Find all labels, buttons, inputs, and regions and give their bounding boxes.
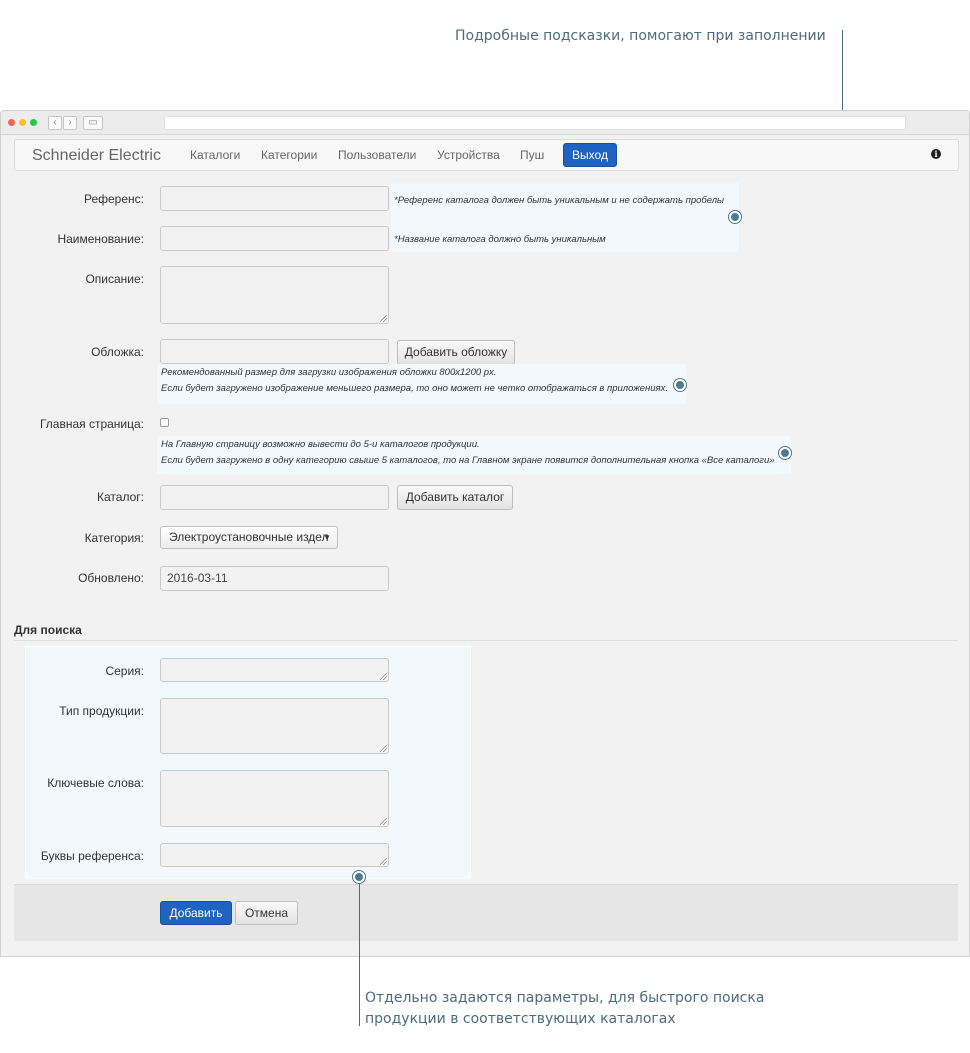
resize-grip-icon[interactable] <box>380 673 387 680</box>
homepage-label: Главная страница: <box>39 417 144 431</box>
add-button[interactable]: Добавить <box>160 901 232 925</box>
form-actions: Добавить Отмена <box>14 884 958 941</box>
homepage-hint-line1: На Главную страницу возможно вывести до … <box>161 439 480 450</box>
cancel-button[interactable]: Отмена <box>235 901 298 925</box>
browser-window: ‹ › ▭ Schneider Electric Каталоги Катего… <box>0 110 970 957</box>
search-callout-line <box>359 878 360 1026</box>
reference-hint: *Референс каталога должен быть уникальны… <box>394 193 725 209</box>
nav-catalogs[interactable]: Каталоги <box>190 148 240 162</box>
product-type-label: Тип продукции: <box>59 704 144 718</box>
logout-button[interactable]: Выход <box>563 143 617 167</box>
updated-label: Обновлено: <box>78 571 144 585</box>
search-section-title: Для поиска <box>14 623 82 637</box>
category-select[interactable]: Электроустановочные издел ▼ <box>160 526 338 549</box>
brand-logo[interactable]: Schneider Electric <box>32 147 161 165</box>
catalog-label: Каталог: <box>97 490 144 504</box>
cover-hint-box: Рекомендованный размер для загрузки изоб… <box>157 364 686 404</box>
name-hint: *Название каталога должно быть уникальны… <box>394 232 606 248</box>
callout-dot-search <box>353 871 365 883</box>
description-textarea[interactable] <box>160 266 389 324</box>
info-icon[interactable]: i <box>931 149 941 159</box>
updated-input[interactable]: 2016-03-11 <box>160 566 389 591</box>
resize-grip-icon[interactable] <box>380 858 387 865</box>
ref-letters-textarea[interactable] <box>160 843 389 867</box>
keywords-textarea[interactable] <box>160 770 389 827</box>
section-divider <box>14 640 958 641</box>
homepage-hint-box: На Главную страницу возможно вывести до … <box>157 436 791 474</box>
cover-input[interactable] <box>160 339 389 364</box>
homepage-checkbox[interactable] <box>160 418 169 427</box>
callout-dot-cover <box>674 379 686 391</box>
nav-push[interactable]: Пуш <box>520 148 544 162</box>
dropdown-arrow-icon: ▼ <box>323 533 331 542</box>
callout-dot-reference <box>729 211 741 223</box>
search-callout-line1: Отдельно задаются параметры, для быстрог… <box>365 990 765 1006</box>
forward-icon[interactable]: › <box>63 116 77 130</box>
nav-users[interactable]: Пользователи <box>338 148 416 162</box>
series-textarea[interactable] <box>160 658 389 682</box>
top-navbar: Schneider Electric Каталоги Категории По… <box>14 139 959 171</box>
category-value: Электроустановочные издел <box>169 530 329 544</box>
minimize-dot-icon[interactable] <box>19 119 26 126</box>
sidebar-icon[interactable]: ▭ <box>83 116 103 130</box>
hints-callout-text: Подробные подсказки, помогают при заполн… <box>455 28 826 44</box>
back-icon[interactable]: ‹ <box>48 116 62 130</box>
search-callout-text: Отдельно задаются параметры, для быстрог… <box>365 988 764 1030</box>
product-type-textarea[interactable] <box>160 698 389 754</box>
maximize-dot-icon[interactable] <box>30 119 37 126</box>
name-input[interactable] <box>160 226 389 251</box>
browser-chrome: ‹ › ▭ <box>1 111 969 135</box>
cover-label: Обложка: <box>91 345 144 359</box>
nav-devices[interactable]: Устройства <box>437 148 500 162</box>
resize-grip-icon[interactable] <box>380 818 387 825</box>
name-label: Наименование: <box>57 232 144 246</box>
keywords-label: Ключевые слова: <box>47 776 144 790</box>
category-label: Категория: <box>84 531 144 545</box>
add-cover-button[interactable]: Добавить обложку <box>397 340 515 365</box>
close-dot-icon[interactable] <box>8 119 15 126</box>
reference-input[interactable] <box>160 186 389 211</box>
address-bar[interactable] <box>164 116 906 130</box>
ref-letters-label: Буквы референса: <box>40 849 144 863</box>
add-catalog-button[interactable]: Добавить каталог <box>397 485 513 510</box>
callout-dot-homepage <box>779 447 791 459</box>
catalog-input[interactable] <box>160 485 389 510</box>
description-label: Описание: <box>85 272 144 286</box>
cover-hint-line2: Если будет загружено изображение меньшег… <box>161 383 669 394</box>
resize-grip-icon[interactable] <box>380 315 387 322</box>
reference-label: Референс: <box>83 192 144 206</box>
nav-categories[interactable]: Категории <box>261 148 317 162</box>
search-callout-line2: продукции в соответствующих каталогах <box>365 1011 676 1027</box>
resize-grip-icon[interactable] <box>380 745 387 752</box>
homepage-hint-line2: Если будет загружено в одну категорию св… <box>161 455 775 466</box>
cover-hint-line1: Рекомендованный размер для загрузки изоб… <box>161 367 497 378</box>
series-label: Серия: <box>105 664 144 678</box>
